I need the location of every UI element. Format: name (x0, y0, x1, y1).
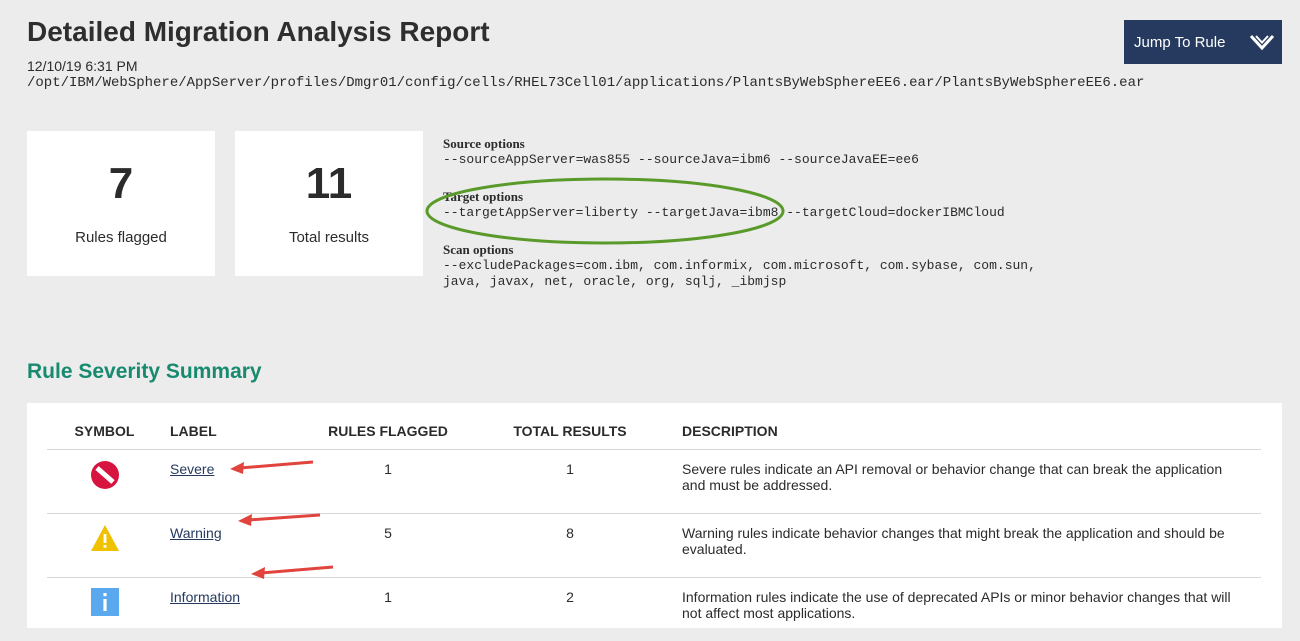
table-row: Severe 1 1 Severe rules indicate an API … (47, 450, 1261, 514)
warning-icon (90, 539, 120, 555)
severity-summary-title: Rule Severity Summary (27, 360, 262, 384)
table-row: Warning 5 8 Warning rules indicate behav… (47, 514, 1261, 578)
target-options: Target options --targetAppServer=liberty… (443, 189, 1243, 221)
report-title: Detailed Migration Analysis Report (27, 16, 490, 48)
table-row: Information 1 2 Information rules indica… (47, 578, 1261, 641)
severe-description: Severe rules indicate an API removal or … (682, 450, 1261, 514)
target-options-value: --targetAppServer=liberty --targetJava=i… (443, 205, 1243, 221)
information-rules-flagged: 1 (318, 578, 458, 641)
severe-rules-flagged: 1 (318, 450, 458, 514)
jump-to-rule-label: Jump To Rule (1134, 34, 1242, 51)
severe-icon (90, 477, 120, 493)
target-options-heading: Target options (443, 189, 1243, 205)
information-icon (91, 603, 119, 619)
total-results-count: 11 (235, 159, 423, 209)
warning-link[interactable]: Warning (170, 525, 222, 541)
scan-options-heading: Scan options (443, 242, 1243, 258)
severe-total-results: 1 (458, 450, 682, 514)
jump-to-rule-button[interactable]: Jump To Rule (1124, 20, 1282, 64)
information-link[interactable]: Information (170, 589, 240, 605)
rules-flagged-card: 7 Rules flagged (27, 131, 215, 276)
scan-options-line1: --excludePackages=com.ibm, com.informix,… (443, 258, 1243, 274)
rules-flagged-count: 7 (27, 159, 215, 209)
severity-table: SYMBOL LABEL RULES FLAGGED TOTAL RESULTS… (47, 413, 1261, 641)
source-options: Source options --sourceAppServer=was855 … (443, 136, 1243, 168)
source-options-value: --sourceAppServer=was855 --sourceJava=ib… (443, 152, 1243, 168)
scan-options-line2: java, javax, net, oracle, org, sqlj, _ib… (443, 274, 1243, 290)
column-header-label: LABEL (162, 413, 318, 450)
report-date: 12/10/19 6:31 PM (27, 58, 138, 74)
severity-summary-panel: SYMBOL LABEL RULES FLAGGED TOTAL RESULTS… (27, 403, 1282, 628)
information-total-results: 2 (458, 578, 682, 641)
column-header-description: DESCRIPTION (682, 413, 1261, 450)
rules-flagged-caption: Rules flagged (27, 229, 215, 246)
table-header-row: SYMBOL LABEL RULES FLAGGED TOTAL RESULTS… (47, 413, 1261, 450)
chevron-down-icon (1242, 20, 1282, 64)
scan-options: Scan options --excludePackages=com.ibm, … (443, 242, 1243, 290)
warning-description: Warning rules indicate behavior changes … (682, 514, 1261, 578)
report-path: /opt/IBM/WebSphere/AppServer/profiles/Dm… (27, 75, 1144, 91)
total-results-caption: Total results (235, 229, 423, 246)
column-header-symbol: SYMBOL (47, 413, 162, 450)
severe-link[interactable]: Severe (170, 461, 214, 477)
column-header-total-results: TOTAL RESULTS (458, 413, 682, 450)
warning-rules-flagged: 5 (318, 514, 458, 578)
information-description: Information rules indicate the use of de… (682, 578, 1261, 641)
source-options-heading: Source options (443, 136, 1243, 152)
warning-total-results: 8 (458, 514, 682, 578)
total-results-card: 11 Total results (235, 131, 423, 276)
column-header-rules-flagged: RULES FLAGGED (318, 413, 458, 450)
